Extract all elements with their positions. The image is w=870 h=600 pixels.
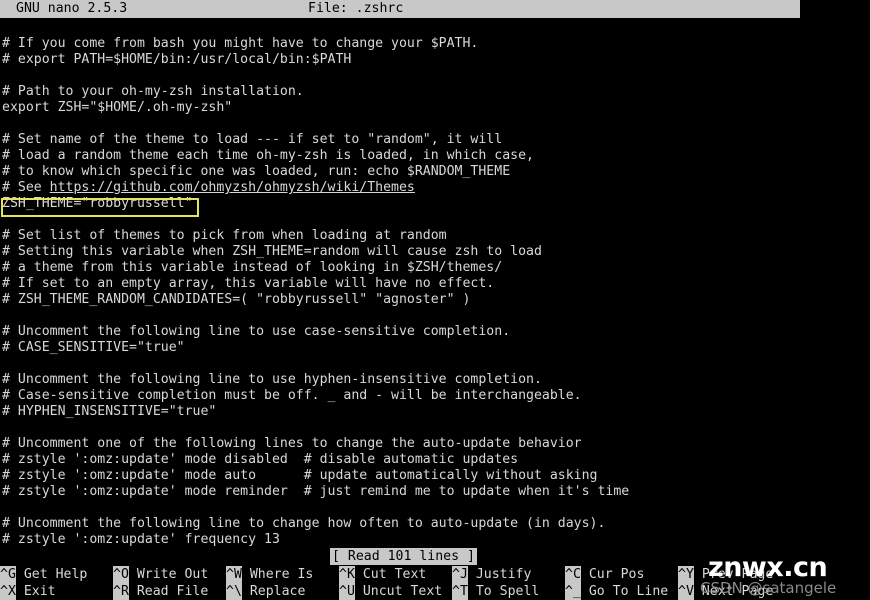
shortcut-exit[interactable]: ^X Exit [0, 583, 56, 600]
shortcut-to-spell[interactable]: ^T To Spell [452, 583, 539, 600]
shortcut-prev-page[interactable]: ^Y Prev Page [678, 566, 773, 583]
shortcut-label: To Spell [467, 584, 540, 599]
shortcut-label: Uncut Text [354, 584, 443, 599]
editor-line: # zstyle ':omz:update' mode disabled # d… [2, 452, 519, 467]
filename-label: File: .zshrc [308, 1, 404, 16]
shortcut-key-badge: ^T [452, 583, 468, 600]
shortcut-key-badge: ^C [565, 566, 581, 583]
status-message-bar: [ Read 101 lines ] [330, 548, 477, 565]
shortcut-key-badge: ^_ [565, 583, 581, 600]
shortcut-key-badge: ^R [113, 583, 129, 600]
editor-line: # Set name of the theme to load --- if s… [2, 132, 503, 147]
shortcut-label: Get Help [15, 567, 88, 582]
shortcut-key-badge: ^W [226, 566, 242, 583]
shortcut-label: Where Is [241, 567, 314, 582]
shortcut-label: Read File [128, 584, 209, 599]
shortcut-replace[interactable]: ^\ Replace [226, 583, 305, 600]
shortcut-write-out[interactable]: ^O Write Out [113, 566, 208, 583]
editor-line: # Uncomment the following line to use ca… [2, 324, 511, 339]
editor-line: # If you come from bash you might have t… [2, 36, 479, 51]
shortcut-cut-text[interactable]: ^K Cut Text [339, 566, 426, 583]
shortcut-go-to-line[interactable]: ^_ Go To Line [565, 583, 668, 600]
editor-line: # See https://github.com/ohmyzsh/ohmyzsh… [2, 180, 415, 195]
shortcut-row-2: ^X Exit ^R Read File ^\ Replace ^U Uncut Te… [0, 583, 870, 600]
shortcut-get-help[interactable]: ^G Get Help [0, 566, 87, 583]
shortcut-key-badge: ^K [339, 566, 355, 583]
editor-text-area[interactable]: # If you come from bash you might have t… [0, 36, 870, 547]
editor-line: # to know which specific one was loaded,… [2, 164, 511, 179]
editor-line: # Uncomment the following line to use hy… [2, 372, 542, 387]
editor-line: # export PATH=$HOME/bin:/usr/local/bin:$… [2, 52, 352, 67]
editor-line: # zstyle ':omz:update' mode reminder # j… [2, 484, 630, 499]
shortcut-uncut-text[interactable]: ^U Uncut Text [339, 583, 442, 600]
shortcut-label: Replace [241, 584, 306, 599]
shortcut-label: Cut Text [354, 567, 427, 582]
editor-line: ZSH_THEME="robbyrussell" [2, 196, 193, 211]
shortcut-next-page[interactable]: ^V Next Page [678, 583, 773, 600]
editor-line: # zstyle ':omz:update' mode auto # updat… [2, 468, 598, 483]
shortcut-key-badge: ^\ [226, 583, 242, 600]
editor-line: # Set list of themes to pick from when l… [2, 228, 447, 243]
app-version-label: GNU nano 2.5.3 [16, 1, 128, 16]
editor-line: # Path to your oh-my-zsh installation. [2, 84, 304, 99]
shortcut-label: Justify [467, 567, 532, 582]
shortcut-justify[interactable]: ^J Justify [452, 566, 531, 583]
titlebar: GNU nano 2.5.3 File: .zshrc [0, 0, 800, 18]
shortcut-label: Exit [15, 584, 56, 599]
shortcut-key-badge: ^X [0, 583, 16, 600]
shortcut-help-bar: ^G Get Help ^O Write Out ^W Where Is ^K Cut… [0, 566, 870, 600]
shortcut-label: Prev Page [693, 567, 774, 582]
shortcut-where-is[interactable]: ^W Where Is [226, 566, 313, 583]
shortcut-key-badge: ^J [452, 566, 468, 583]
shortcut-label: Cur Pos [580, 567, 645, 582]
shortcut-read-file[interactable]: ^R Read File [113, 583, 208, 600]
shortcut-key-badge: ^G [0, 566, 16, 583]
shortcut-row-1: ^G Get Help ^O Write Out ^W Where Is ^K Cut… [0, 566, 870, 583]
shortcut-key-badge: ^O [113, 566, 129, 583]
shortcut-cur-pos[interactable]: ^C Cur Pos [565, 566, 644, 583]
editor-line: # Uncomment one of the following lines t… [2, 436, 582, 451]
editor-line: # If set to an empty array, this variabl… [2, 276, 495, 291]
editor-line: # HYPHEN_INSENSITIVE="true" [2, 404, 217, 419]
editor-line: # Case-sensitive completion must be off.… [2, 388, 582, 403]
editor-line: # CASE_SENSITIVE="true" [2, 340, 185, 355]
editor-line: export ZSH="$HOME/.oh-my-zsh" [2, 100, 233, 115]
editor-line: # Setting this variable when ZSH_THEME=r… [2, 244, 542, 259]
shortcut-label: Next Page [693, 584, 774, 599]
shortcut-key-badge: ^U [339, 583, 355, 600]
editor-line: # a theme from this variable instead of … [2, 260, 503, 275]
shortcut-label: Write Out [128, 567, 209, 582]
nano-terminal-window: GNU nano 2.5.3 File: .zshrc # If you com… [0, 0, 870, 600]
shortcut-key-badge: ^Y [678, 566, 694, 583]
editor-line: # Uncomment the following line to change… [2, 516, 606, 531]
editor-line: # ZSH_THEME_RANDOM_CANDIDATES=( "robbyru… [2, 292, 471, 307]
editor-line: # zstyle ':omz:update' frequency 13 [2, 532, 280, 547]
shortcut-key-badge: ^V [678, 583, 694, 600]
shortcut-label: Go To Line [580, 584, 669, 599]
editor-line: # load a random theme each time oh-my-zs… [2, 148, 534, 163]
